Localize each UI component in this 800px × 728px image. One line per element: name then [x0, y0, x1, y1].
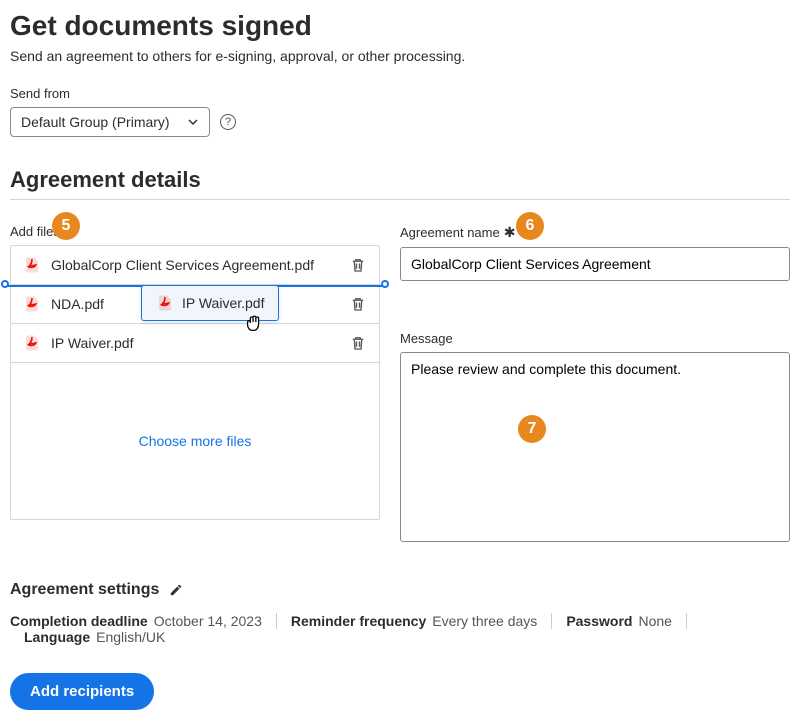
callout-badge-6: 6 — [516, 212, 544, 240]
add-recipients-button[interactable]: Add recipients — [10, 673, 154, 710]
file-item[interactable]: GlobalCorp Client Services Agreement.pdf — [11, 246, 379, 285]
pdf-icon — [23, 256, 41, 274]
file-name: GlobalCorp Client Services Agreement.pdf — [51, 257, 339, 273]
drag-ghost-name: IP Waiver.pdf — [182, 295, 264, 311]
pencil-icon[interactable] — [169, 583, 183, 597]
file-name: IP Waiver.pdf — [51, 335, 339, 351]
divider — [10, 199, 790, 200]
agreement-name-label: Agreement name — [400, 225, 500, 240]
setting-reminder-frequency: Reminder frequency Every three days — [277, 613, 552, 629]
setting-language: Language English/UK — [10, 629, 179, 645]
message-label: Message — [400, 331, 790, 346]
settings-summary: Completion deadline October 14, 2023 Rem… — [10, 613, 790, 645]
required-star-icon: ✱ — [504, 224, 516, 241]
agreement-name-input[interactable] — [400, 247, 790, 281]
trash-icon[interactable] — [349, 334, 367, 352]
send-from-label: Send from — [10, 86, 790, 101]
file-list: GlobalCorp Client Services Agreement.pdf… — [10, 245, 380, 520]
cursor-grab-icon — [243, 312, 265, 334]
choose-more-files[interactable]: Choose more files — [11, 363, 379, 519]
section-title: Agreement details — [10, 167, 790, 193]
message-textarea[interactable] — [400, 352, 790, 542]
help-icon[interactable]: ? — [220, 114, 236, 130]
trash-icon[interactable] — [349, 256, 367, 274]
setting-password: Password None — [552, 613, 687, 629]
pdf-icon — [156, 294, 174, 312]
trash-icon[interactable] — [349, 295, 367, 313]
send-from-select[interactable]: Default Group (Primary) — [10, 107, 210, 137]
file-item[interactable]: IP Waiver.pdf — [11, 324, 379, 363]
pdf-icon — [23, 334, 41, 352]
agreement-settings-title: Agreement settings — [10, 581, 159, 599]
pdf-icon — [23, 295, 41, 313]
page-subtitle: Send an agreement to others for e-signin… — [10, 48, 790, 64]
setting-completion-deadline: Completion deadline October 14, 2023 — [10, 613, 277, 629]
page-title: Get documents signed — [10, 10, 790, 42]
callout-badge-7: 7 — [518, 415, 546, 443]
send-from-value: Default Group (Primary) — [21, 114, 170, 130]
callout-badge-5: 5 — [52, 212, 80, 240]
chevron-down-icon — [187, 116, 199, 128]
